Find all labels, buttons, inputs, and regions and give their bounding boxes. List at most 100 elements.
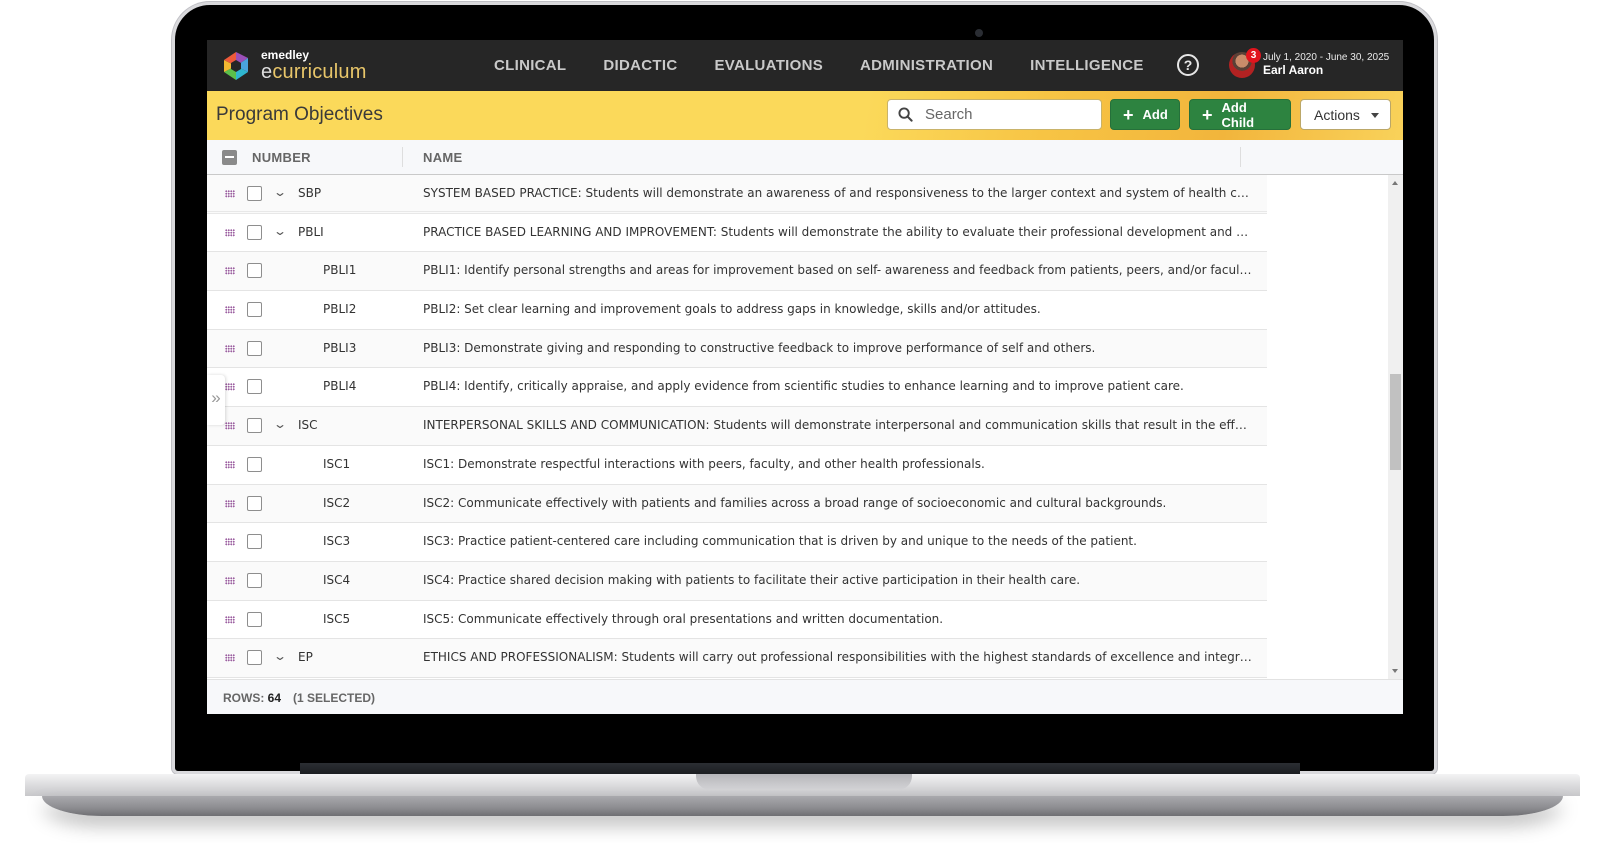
objective-name: PBLI3: Demonstrate giving and responding… xyxy=(423,340,1096,355)
drag-handle-icon[interactable] xyxy=(225,615,235,624)
drag-handle-icon[interactable] xyxy=(225,344,235,353)
row-checkbox[interactable] xyxy=(247,302,262,318)
actions-dropdown[interactable]: Actions xyxy=(1300,99,1391,130)
row-checkbox[interactable] xyxy=(247,495,262,511)
objective-number: ISC xyxy=(298,418,318,433)
vertical-scrollbar[interactable] xyxy=(1388,175,1403,679)
table-row[interactable]: ⌄ ISC INTERPERSONAL SKILLS AND COMMUNICATI… xyxy=(207,407,1267,446)
table-row[interactable]: ISC4 ISC4: Practice shared decision makin… xyxy=(207,561,1267,601)
add-button[interactable]: + Add xyxy=(1110,99,1180,130)
row-checkbox[interactable] xyxy=(247,418,262,434)
column-separator[interactable] xyxy=(402,147,403,167)
camera-icon xyxy=(975,29,983,37)
chevron-down-icon[interactable]: ⌄ xyxy=(273,417,287,431)
drag-handle-icon[interactable] xyxy=(225,422,235,431)
drag-handle-icon[interactable] xyxy=(225,228,235,237)
add-button-label: Add xyxy=(1142,107,1168,122)
objective-name: PBLI2: Set clear learning and improvemen… xyxy=(423,302,1041,317)
nav-didactic[interactable]: DIDACTIC xyxy=(603,57,677,74)
objective-number: PBLI4 xyxy=(323,379,357,394)
table-row[interactable]: ISC1 ISC1: Demonstrate respectful interac… xyxy=(207,445,1267,485)
objective-name: ISC5: Communicate effectively through or… xyxy=(423,611,944,626)
nav-administration[interactable]: ADMINISTRATION xyxy=(860,57,993,74)
drag-handle-icon[interactable] xyxy=(225,383,235,392)
table-row[interactable]: ⌄ EP ETHICS AND PROFESSIONALISM: Students … xyxy=(207,639,1267,678)
objective-number: ISC4 xyxy=(323,572,351,587)
search-icon xyxy=(898,107,913,122)
notification-badge[interactable]: 3 xyxy=(1246,48,1261,63)
plus-icon: + xyxy=(1123,104,1134,125)
drag-handle-icon[interactable] xyxy=(225,267,235,276)
laptop-base-bottom xyxy=(42,796,1563,816)
drag-handle-icon[interactable] xyxy=(225,538,235,547)
objective-name: PBLI4: Identify, critically appraise, an… xyxy=(423,379,1184,394)
expand-panel-button[interactable]: » xyxy=(207,375,225,425)
row-checkbox[interactable] xyxy=(247,340,262,356)
objective-number: PBLI3 xyxy=(323,340,357,355)
table-row[interactable]: PBLI1 PBLI1: Identify personal strengths … xyxy=(207,252,1267,292)
objective-name: ISC2: Communicate effectively with patie… xyxy=(423,495,1167,510)
row-checkbox[interactable] xyxy=(247,572,262,588)
help-icon[interactable]: ? xyxy=(1177,54,1199,76)
search-box[interactable] xyxy=(887,99,1102,130)
chevron-down-icon[interactable]: ⌄ xyxy=(273,185,287,199)
objective-number: ISC3 xyxy=(323,534,351,549)
drag-handle-icon[interactable] xyxy=(225,190,235,198)
nav-intelligence[interactable]: INTELLIGENCE xyxy=(1030,57,1144,74)
column-header-number[interactable]: NUMBER xyxy=(252,150,311,165)
brand-name-product: ecurriculum xyxy=(261,61,367,83)
scroll-down-arrow-icon[interactable] xyxy=(1392,669,1398,673)
brand-logo[interactable]: emedley ecurriculum xyxy=(220,49,367,82)
row-checkbox[interactable] xyxy=(247,611,262,627)
main-nav: CLINICAL DIDACTIC EVALUATIONS ADMINISTRA… xyxy=(494,40,1181,91)
user-name: Earl Aaron xyxy=(1263,62,1324,77)
row-checkbox[interactable] xyxy=(247,263,262,279)
table-row[interactable]: ⌄ PBLI PRACTICE BASED LEARNING AND IMPROVE… xyxy=(207,213,1267,253)
add-child-button[interactable]: + Add Child xyxy=(1189,99,1291,130)
drag-handle-icon[interactable] xyxy=(225,654,235,663)
row-checkbox[interactable] xyxy=(247,379,262,395)
top-nav-bar: emedley ecurriculum CLINICAL DIDACTIC EV… xyxy=(207,40,1403,91)
objective-name: ETHICS AND PROFESSIONALISM: Students wil… xyxy=(423,650,1253,665)
row-checkbox[interactable] xyxy=(247,534,262,550)
table-row[interactable]: ISC5 ISC5: Communicate effectively throug… xyxy=(207,600,1267,640)
chevron-down-icon[interactable]: ⌄ xyxy=(273,649,287,663)
row-checkbox[interactable] xyxy=(247,224,262,240)
row-checkbox[interactable] xyxy=(247,456,262,472)
column-separator[interactable] xyxy=(1240,147,1241,167)
chevron-down-icon[interactable]: ⌄ xyxy=(273,224,287,238)
drag-handle-icon[interactable] xyxy=(225,306,235,315)
column-header-name[interactable]: NAME xyxy=(423,150,462,165)
scrollbar-thumb[interactable] xyxy=(1390,374,1401,470)
objective-number: ISC2 xyxy=(323,495,351,510)
table-row[interactable]: ⌄ SBP SYSTEM BASED PRACTICE: Students will… xyxy=(207,175,1267,214)
table-row[interactable]: ISC3 ISC3: Practice patient-centered care… xyxy=(207,523,1267,562)
scroll-up-arrow-icon[interactable] xyxy=(1392,181,1398,185)
user-info[interactable]: July 1, 2020 - June 30, 2025 Earl Aaron xyxy=(1263,52,1389,77)
table-row[interactable]: PBLI4 PBLI4: Identify, critically apprais… xyxy=(207,368,1267,408)
objective-name: ISC3: Practice patient-centered care inc… xyxy=(423,534,1137,549)
objective-name: PBLI1: Identify personal strengths and a… xyxy=(423,263,1253,278)
objective-number: ISC1 xyxy=(323,456,351,471)
row-checkbox[interactable] xyxy=(247,186,262,201)
drag-handle-icon[interactable] xyxy=(225,576,235,585)
grid-header: NUMBER NAME xyxy=(207,140,1403,175)
drag-handle-icon[interactable] xyxy=(225,499,235,508)
search-input[interactable] xyxy=(925,106,1085,123)
page-title: Program Objectives xyxy=(216,104,383,125)
page-toolbar: Program Objectives + Add + Add Child Act… xyxy=(207,91,1403,140)
drag-handle-icon[interactable] xyxy=(225,460,235,469)
select-all-checkbox[interactable] xyxy=(222,150,237,165)
objective-number: PBLI1 xyxy=(323,263,357,278)
grid-footer: ROWS: 64 (1 SELECTED) xyxy=(207,679,1403,714)
row-checkbox[interactable] xyxy=(247,650,262,666)
caret-down-icon xyxy=(1371,113,1379,118)
table-row[interactable]: PBLI3 PBLI3: Demonstrate giving and respo… xyxy=(207,329,1267,369)
table-row[interactable]: PBLI2 PBLI2: Set clear learning and impro… xyxy=(207,291,1267,330)
plus-icon: + xyxy=(1202,104,1213,125)
table-row[interactable]: ISC2 ISC2: Communicate effectively with p… xyxy=(207,484,1267,524)
actions-dropdown-label: Actions xyxy=(1314,106,1360,123)
nav-clinical[interactable]: CLINICAL xyxy=(494,57,566,74)
objective-name: PRACTICE BASED LEARNING AND IMPROVEMENT:… xyxy=(423,224,1253,239)
nav-evaluations[interactable]: EVALUATIONS xyxy=(714,57,823,74)
